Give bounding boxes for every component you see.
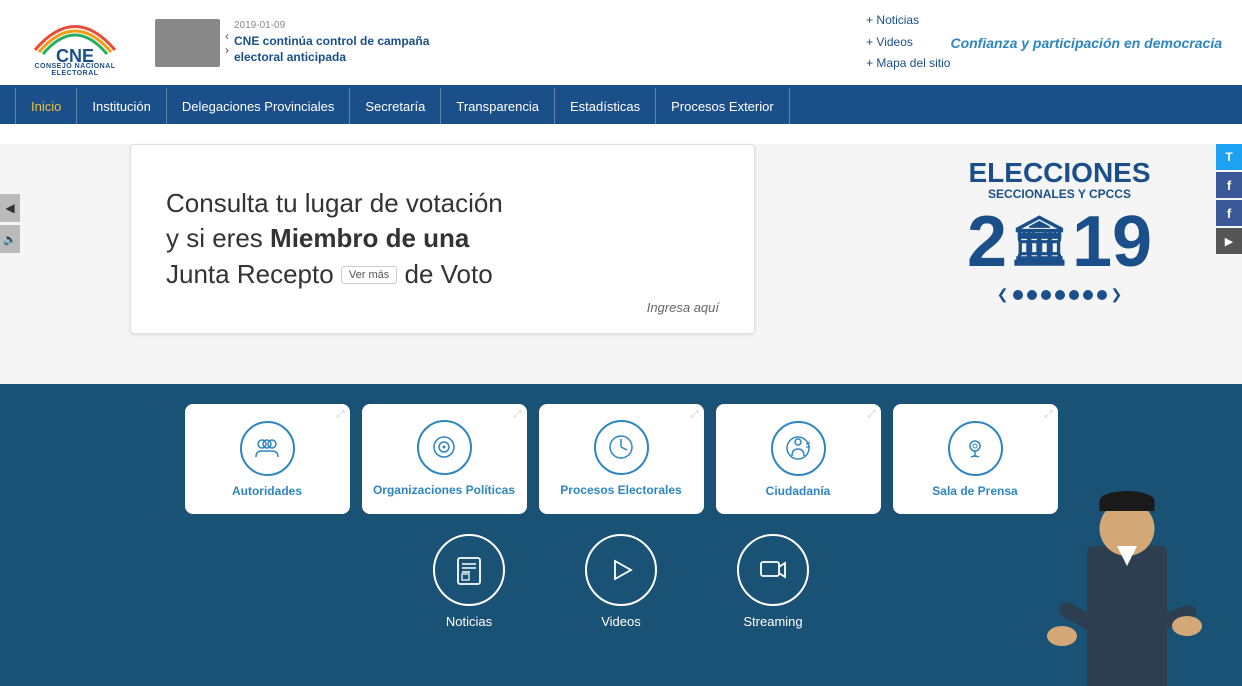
carousel-prev[interactable]: ❮ (997, 286, 1009, 303)
banner-line1: Consulta tu lugar de votación (166, 188, 503, 218)
ciudadania-label: Ciudadanía (766, 484, 831, 498)
videos-icon-circle (585, 534, 657, 606)
social-youtube[interactable]: ▶ (1216, 228, 1242, 254)
dot-7[interactable] (1097, 290, 1107, 300)
ver-mas-btn[interactable]: Ver más (341, 266, 397, 284)
icon-card-organizaciones[interactable]: ⤢ Organizaciones Políticas (362, 404, 527, 514)
main-nav: Inicio Institución Delegaciones Provinci… (0, 88, 1242, 124)
elections-title: ELECCIONES (917, 159, 1202, 187)
banner-heading: Consulta tu lugar de votación y si eres … (166, 186, 719, 291)
banner-card: Consulta tu lugar de votación y si eres … (130, 144, 755, 334)
autoridades-label: Autoridades (232, 484, 302, 498)
organizaciones-label: Organizaciones Políticas (373, 483, 515, 499)
ticker-image (155, 19, 220, 67)
logo-subtitle: CONSEJO NACIONAL ELECTORAL (20, 63, 130, 77)
small-icon-streaming[interactable]: Streaming (737, 534, 809, 629)
small-icon-videos[interactable]: Videos (585, 534, 657, 629)
building-icon: 🏛 (1009, 218, 1070, 266)
dot-5[interactable] (1069, 290, 1079, 300)
banner-line3b: de Voto (405, 259, 493, 289)
streaming-icon-circle (737, 534, 809, 606)
nav-item-inicio[interactable]: Inicio (15, 88, 77, 124)
autoridades-icon (240, 421, 295, 476)
side-btn-back[interactable]: ◀ (0, 194, 20, 222)
elections-subtitle: SECCIONALES Y CPCCS (917, 187, 1202, 201)
bottom-icon-cards: Noticias Videos Streaming (40, 534, 1202, 639)
ticker-arrows[interactable]: ‹ › (225, 29, 229, 57)
videos-label: Videos (601, 614, 641, 629)
link-noticias[interactable]: + Noticias (866, 10, 950, 32)
elections-panel: ELECCIONES SECCIONALES Y CPCCS 2 🏛 19 ❮ … (917, 159, 1202, 303)
expand-icon-proc: ⤢ (691, 409, 699, 420)
ticker-prev[interactable]: ‹ (225, 29, 229, 43)
ticker-next[interactable]: › (225, 43, 229, 57)
expand-icon-prensa: ⤢ (1045, 409, 1053, 420)
banner-line3a: Junta Recepto (166, 259, 334, 289)
prensa-label: Sala de Prensa (932, 484, 1017, 498)
icon-card-prensa[interactable]: ⤢ Sala de Prensa (893, 404, 1058, 514)
small-icon-noticias[interactable]: Noticias (433, 534, 505, 629)
site-links: + Noticias + Videos + Mapa del sitio (866, 10, 950, 75)
tagline: Confianza y participación en democracia (950, 35, 1222, 51)
dot-1[interactable] (1013, 290, 1023, 300)
year-19: 19 (1072, 206, 1152, 278)
year-2: 2 (967, 206, 1007, 278)
svg-text:CNE: CNE (56, 46, 94, 63)
expand-icon-org: ⤢ (514, 409, 522, 420)
noticias-icon-circle (433, 534, 505, 606)
news-ticker: ‹ › 2019-01-09 CNE continúa control de c… (155, 19, 846, 67)
social-facebook-1[interactable]: f (1216, 172, 1242, 198)
expand-icon-autoridades: ⤢ (337, 409, 345, 420)
prensa-icon (948, 421, 1003, 476)
procesos-label: Procesos Electorales (560, 483, 681, 499)
carousel-next[interactable]: ❯ (1111, 286, 1123, 303)
nav-item-estadisticas[interactable]: Estadísticas (555, 88, 656, 124)
dot-6[interactable] (1083, 290, 1093, 300)
elections-year: 2 🏛 19 (917, 206, 1202, 278)
banner-line2a: y si eres (166, 223, 270, 253)
main-content: ◀ 🔊 Consulta tu lugar de votación y si e… (0, 124, 1242, 686)
person-image (1042, 476, 1212, 686)
carousel-dots: ❮ ❯ (917, 286, 1202, 303)
social-panel: T f f ▶ (1216, 144, 1242, 254)
side-panel: ◀ 🔊 (0, 194, 20, 253)
link-videos[interactable]: + Videos (866, 32, 950, 54)
nav-item-delegaciones[interactable]: Delegaciones Provinciales (167, 88, 350, 124)
procesos-icon (594, 420, 649, 475)
main-icon-cards: ⤢ Autoridades ⤢ (40, 404, 1202, 514)
ingresa-aqui-link[interactable]: Ingresa aquí (647, 300, 719, 315)
nav-item-transparencia[interactable]: Transparencia (441, 88, 555, 124)
header: CNE CONSEJO NACIONAL ELECTORAL ‹ › 2019-… (0, 0, 1242, 88)
icon-card-ciudadania[interactable]: ⤢ Ciudadanía (716, 404, 881, 514)
nav-item-institucion[interactable]: Institución (77, 88, 167, 124)
nav-item-secretaria[interactable]: Secretaría (350, 88, 441, 124)
dot-2[interactable] (1027, 290, 1037, 300)
logo-svg: CNE (25, 8, 125, 63)
dot-4[interactable] (1055, 290, 1065, 300)
side-btn-sound[interactable]: 🔊 (0, 225, 20, 253)
streaming-label: Streaming (743, 614, 802, 629)
dot-3[interactable] (1041, 290, 1051, 300)
social-twitter[interactable]: T (1216, 144, 1242, 170)
white-area: ◀ 🔊 Consulta tu lugar de votación y si e… (0, 144, 1242, 384)
social-facebook-2[interactable]: f (1216, 200, 1242, 226)
logo[interactable]: CNE CONSEJO NACIONAL ELECTORAL (20, 8, 130, 77)
ticker-content: 2019-01-09 CNE continúa control de campa… (234, 20, 434, 65)
banner-line2b: Miembro de una (270, 223, 469, 253)
noticias-label: Noticias (446, 614, 492, 629)
nav-item-procesos[interactable]: Procesos Exterior (656, 88, 790, 124)
ciudadania-icon (771, 421, 826, 476)
icon-card-autoridades[interactable]: ⤢ Autoridades (185, 404, 350, 514)
organizaciones-icon (417, 420, 472, 475)
link-mapa[interactable]: + Mapa del sitio (866, 53, 950, 75)
blue-area: ⤢ Autoridades ⤢ (0, 384, 1242, 686)
ticker-date: 2019-01-09 (234, 20, 434, 31)
expand-icon-ciudad: ⤢ (868, 409, 876, 420)
icon-card-procesos[interactable]: ⤢ Procesos Electorales (539, 404, 704, 514)
ticker-title[interactable]: CNE continúa control de campaña electora… (234, 34, 434, 65)
